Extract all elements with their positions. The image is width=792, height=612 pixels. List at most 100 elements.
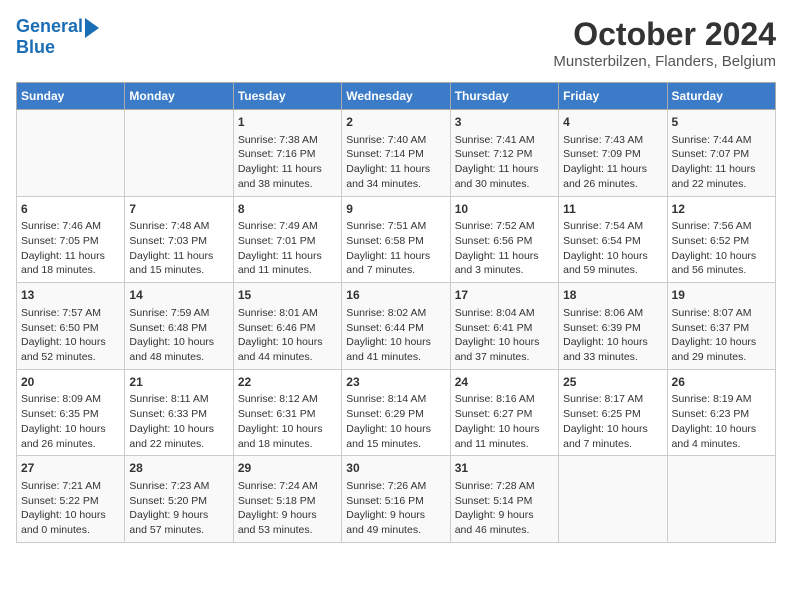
- day-info: Sunrise: 8:14 AM Sunset: 6:29 PM Dayligh…: [346, 392, 445, 451]
- day-info: Sunrise: 7:57 AM Sunset: 6:50 PM Dayligh…: [21, 306, 120, 365]
- day-number: 21: [129, 374, 228, 391]
- calendar-cell: 6Sunrise: 7:46 AM Sunset: 7:05 PM Daylig…: [17, 196, 125, 283]
- day-number: 9: [346, 201, 445, 218]
- day-info: Sunrise: 7:38 AM Sunset: 7:16 PM Dayligh…: [238, 133, 337, 192]
- day-number: 12: [672, 201, 771, 218]
- calendar-cell: 27 Sunrise: 7:21 AM Sunset: 5:22 PM Dayli…: [17, 456, 125, 543]
- calendar-cell: 1 Sunrise: 7:38 AM Sunset: 7:16 PM Daylig…: [233, 110, 341, 197]
- logo-blue-text: Blue: [16, 38, 99, 58]
- calendar-subtitle: Munsterbilzen, Flanders, Belgium: [553, 53, 776, 70]
- day-number: 18: [563, 287, 662, 304]
- calendar-cell: 9Sunrise: 7:51 AM Sunset: 6:58 PM Daylig…: [342, 196, 450, 283]
- weekday-header: Saturday: [667, 83, 775, 110]
- calendar-cell: 15 Sunrise: 8:01 AM Sunset: 6:46 PM Dayli…: [233, 283, 341, 370]
- day-info: Sunrise: 8:02 AM Sunset: 6:44 PM Dayligh…: [346, 306, 445, 365]
- day-number: 8: [238, 201, 337, 218]
- calendar-table: SundayMondayTuesdayWednesdayThursdayFrid…: [16, 82, 776, 543]
- calendar-header: SundayMondayTuesdayWednesdayThursdayFrid…: [17, 83, 776, 110]
- day-number: 6: [21, 201, 120, 218]
- calendar-cell: [125, 110, 233, 197]
- calendar-cell: 16 Sunrise: 8:02 AM Sunset: 6:44 PM Dayli…: [342, 283, 450, 370]
- day-info: Sunrise: 8:11 AM Sunset: 6:33 PM Dayligh…: [129, 392, 228, 451]
- page-header: General Blue October 2024 Munsterbilzen,…: [16, 16, 776, 70]
- day-info: Sunrise: 8:07 AM Sunset: 6:37 PM Dayligh…: [672, 306, 771, 365]
- day-info: Sunrise: 7:46 AM Sunset: 7:05 PM Dayligh…: [21, 219, 120, 278]
- day-info: Sunrise: 8:01 AM Sunset: 6:46 PM Dayligh…: [238, 306, 337, 365]
- logo-arrow-icon: [85, 18, 99, 38]
- day-number: 27: [21, 460, 120, 477]
- day-info: Sunrise: 7:41 AM Sunset: 7:12 PM Dayligh…: [455, 133, 554, 192]
- calendar-cell: 28 Sunrise: 7:23 AM Sunset: 5:20 PM Dayli…: [125, 456, 233, 543]
- calendar-cell: 3 Sunrise: 7:41 AM Sunset: 7:12 PM Daylig…: [450, 110, 558, 197]
- day-info: Sunrise: 8:12 AM Sunset: 6:31 PM Dayligh…: [238, 392, 337, 451]
- calendar-cell: 20Sunrise: 8:09 AM Sunset: 6:35 PM Dayli…: [17, 369, 125, 456]
- calendar-cell: 23Sunrise: 8:14 AM Sunset: 6:29 PM Dayli…: [342, 369, 450, 456]
- day-number: 19: [672, 287, 771, 304]
- day-number: 17: [455, 287, 554, 304]
- weekday-header: Wednesday: [342, 83, 450, 110]
- logo: General Blue: [16, 16, 99, 58]
- weekday-header: Thursday: [450, 83, 558, 110]
- calendar-cell: 18 Sunrise: 8:06 AM Sunset: 6:39 PM Dayli…: [559, 283, 667, 370]
- calendar-cell: 14Sunrise: 7:59 AM Sunset: 6:48 PM Dayli…: [125, 283, 233, 370]
- day-info: Sunrise: 8:17 AM Sunset: 6:25 PM Dayligh…: [563, 392, 662, 451]
- calendar-cell: 8Sunrise: 7:49 AM Sunset: 7:01 PM Daylig…: [233, 196, 341, 283]
- calendar-title-block: October 2024 Munsterbilzen, Flanders, Be…: [553, 16, 776, 70]
- day-info: Sunrise: 8:09 AM Sunset: 6:35 PM Dayligh…: [21, 392, 120, 451]
- calendar-body: 1 Sunrise: 7:38 AM Sunset: 7:16 PM Daylig…: [17, 110, 776, 543]
- day-number: 22: [238, 374, 337, 391]
- day-number: 24: [455, 374, 554, 391]
- day-number: 5: [672, 114, 771, 131]
- calendar-cell: 26Sunrise: 8:19 AM Sunset: 6:23 PM Dayli…: [667, 369, 775, 456]
- calendar-cell: 21Sunrise: 8:11 AM Sunset: 6:33 PM Dayli…: [125, 369, 233, 456]
- day-info: Sunrise: 7:43 AM Sunset: 7:09 PM Dayligh…: [563, 133, 662, 192]
- day-number: 3: [455, 114, 554, 131]
- calendar-cell: 19 Sunrise: 8:07 AM Sunset: 6:37 PM Dayli…: [667, 283, 775, 370]
- day-info: Sunrise: 7:40 AM Sunset: 7:14 PM Dayligh…: [346, 133, 445, 192]
- calendar-title: October 2024: [553, 16, 776, 53]
- day-number: 31: [455, 460, 554, 477]
- day-info: Sunrise: 7:21 AM Sunset: 5:22 PM Dayligh…: [21, 479, 120, 538]
- day-info: Sunrise: 7:52 AM Sunset: 6:56 PM Dayligh…: [455, 219, 554, 278]
- day-info: Sunrise: 8:19 AM Sunset: 6:23 PM Dayligh…: [672, 392, 771, 451]
- day-info: Sunrise: 7:23 AM Sunset: 5:20 PM Dayligh…: [129, 479, 228, 538]
- day-number: 10: [455, 201, 554, 218]
- calendar-cell: 2 Sunrise: 7:40 AM Sunset: 7:14 PM Daylig…: [342, 110, 450, 197]
- day-number: 2: [346, 114, 445, 131]
- day-number: 23: [346, 374, 445, 391]
- day-info: Sunrise: 7:56 AM Sunset: 6:52 PM Dayligh…: [672, 219, 771, 278]
- day-info: Sunrise: 8:06 AM Sunset: 6:39 PM Dayligh…: [563, 306, 662, 365]
- day-number: 20: [21, 374, 120, 391]
- calendar-cell: 31Sunrise: 7:28 AM Sunset: 5:14 PM Dayli…: [450, 456, 558, 543]
- calendar-cell: 30 Sunrise: 7:26 AM Sunset: 5:16 PM Dayli…: [342, 456, 450, 543]
- weekday-header: Tuesday: [233, 83, 341, 110]
- day-number: 1: [238, 114, 337, 131]
- day-number: 4: [563, 114, 662, 131]
- day-number: 11: [563, 201, 662, 218]
- calendar-cell: [17, 110, 125, 197]
- calendar-cell: 13 Sunrise: 7:57 AM Sunset: 6:50 PM Dayli…: [17, 283, 125, 370]
- day-info: Sunrise: 7:24 AM Sunset: 5:18 PM Dayligh…: [238, 479, 337, 538]
- day-info: Sunrise: 7:54 AM Sunset: 6:54 PM Dayligh…: [563, 219, 662, 278]
- calendar-cell: 7Sunrise: 7:48 AM Sunset: 7:03 PM Daylig…: [125, 196, 233, 283]
- calendar-cell: 4 Sunrise: 7:43 AM Sunset: 7:09 PM Daylig…: [559, 110, 667, 197]
- day-number: 16: [346, 287, 445, 304]
- weekday-header: Monday: [125, 83, 233, 110]
- calendar-cell: [559, 456, 667, 543]
- calendar-cell: 29Sunrise: 7:24 AM Sunset: 5:18 PM Dayli…: [233, 456, 341, 543]
- day-number: 15: [238, 287, 337, 304]
- day-info: Sunrise: 7:26 AM Sunset: 5:16 PM Dayligh…: [346, 479, 445, 538]
- calendar-cell: 10Sunrise: 7:52 AM Sunset: 6:56 PM Dayli…: [450, 196, 558, 283]
- logo-text: General: [16, 17, 83, 37]
- calendar-cell: 25Sunrise: 8:17 AM Sunset: 6:25 PM Dayli…: [559, 369, 667, 456]
- day-info: Sunrise: 8:04 AM Sunset: 6:41 PM Dayligh…: [455, 306, 554, 365]
- weekday-header: Sunday: [17, 83, 125, 110]
- calendar-cell: [667, 456, 775, 543]
- day-number: 28: [129, 460, 228, 477]
- weekday-header: Friday: [559, 83, 667, 110]
- day-number: 13: [21, 287, 120, 304]
- calendar-cell: 24Sunrise: 8:16 AM Sunset: 6:27 PM Dayli…: [450, 369, 558, 456]
- day-number: 30: [346, 460, 445, 477]
- day-info: Sunrise: 7:48 AM Sunset: 7:03 PM Dayligh…: [129, 219, 228, 278]
- calendar-cell: 12Sunrise: 7:56 AM Sunset: 6:52 PM Dayli…: [667, 196, 775, 283]
